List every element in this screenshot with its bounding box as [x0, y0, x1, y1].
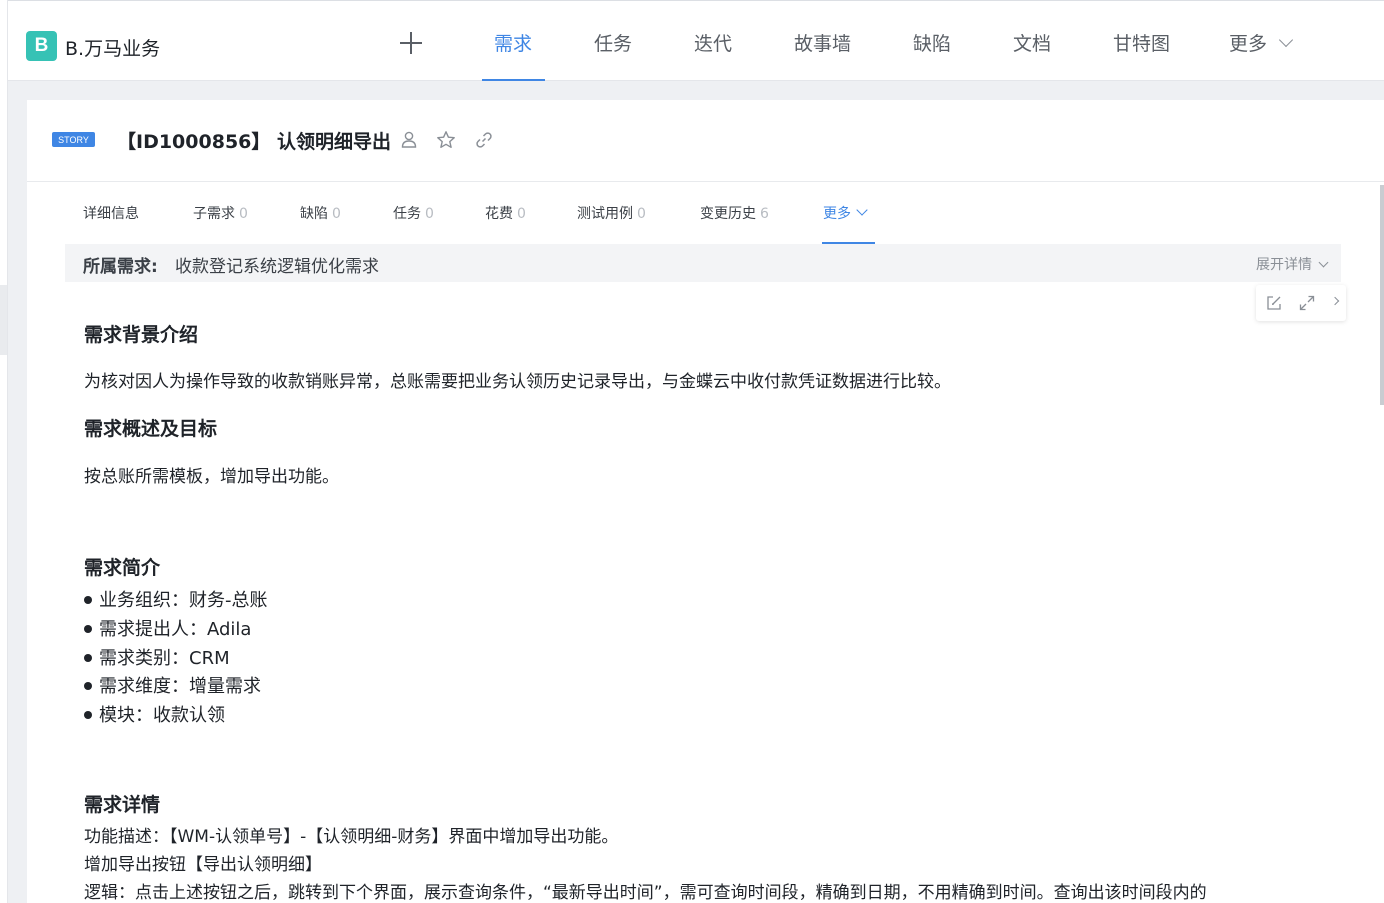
detail-line: 增加导出按钮【导出认领明细】: [84, 855, 322, 875]
nav-tab-story-wall[interactable]: 故事墙: [794, 29, 851, 56]
fullscreen-icon[interactable]: [1298, 294, 1316, 312]
detail-line: 功能描述：【WM-认领单号】-【认领明细-财务】界面中增加导出功能。: [84, 827, 619, 847]
list-item: 模块：收款认领: [84, 701, 225, 727]
nav-tab-iterations[interactable]: 迭代: [694, 29, 732, 56]
subtab-label: 任务: [393, 206, 421, 222]
add-icon[interactable]: [399, 31, 423, 55]
expand-details-label: 展开详情: [1256, 257, 1312, 273]
list-item: 需求类别：CRM: [84, 644, 230, 670]
left-edge-panel: [0, 0, 8, 903]
subtab-label: 变更历史: [700, 206, 756, 222]
bullet-dot: [84, 711, 92, 719]
detail-heading: 需求详情: [84, 794, 161, 816]
chevron-right-icon[interactable]: [1330, 296, 1340, 306]
background-text: 为核对因人为操作导致的收款销账异常，总账需要把业务认领历史记录导出，与金蝶云中收…: [84, 372, 951, 392]
subtab-change-history[interactable]: 变更历史 6: [700, 203, 769, 223]
chevron-down-icon: [1278, 32, 1294, 48]
subtab-count: 0: [425, 206, 434, 222]
subtab-more[interactable]: 更多: [823, 203, 868, 223]
list-item: 需求提出人：Adila: [84, 615, 251, 641]
story-title: 【ID1000856】 认领明细导出: [117, 131, 391, 153]
list-item: 业务组织：财务-总账: [84, 586, 268, 612]
subtab-costs[interactable]: 花费 0: [485, 203, 526, 223]
subtab-label: 更多: [823, 206, 851, 222]
subtab-defects[interactable]: 缺陷 0: [300, 203, 341, 223]
parent-requirement-bar: 所属需求: 收款登记系统逻辑优化需求 展开详情: [65, 244, 1341, 282]
list-item-text: 需求维度：增量需求: [99, 676, 261, 697]
overview-heading: 需求概述及目标: [84, 418, 218, 440]
parent-requirement-link[interactable]: 收款登记系统逻辑优化需求: [175, 252, 379, 277]
nav-active-indicator: [482, 79, 545, 81]
parent-requirement-label: 所属需求:: [83, 257, 158, 277]
nav-tab-requirements[interactable]: 需求: [494, 29, 532, 56]
nav-tab-more[interactable]: 更多: [1229, 29, 1294, 56]
background-heading: 需求背景介绍: [84, 324, 199, 346]
story-header: STORY 【ID1000856】 认领明细导出: [27, 100, 1384, 182]
top-navigation-bar: B B.万马业务 需求 任务 迭代 故事墙 缺陷 文档 甘特图 更多: [8, 0, 1384, 81]
nav-tab-docs[interactable]: 文档: [1013, 29, 1051, 56]
star-icon[interactable]: [436, 130, 456, 150]
subtab-label: 详细信息: [83, 206, 139, 222]
bullet-dot: [84, 596, 92, 604]
subtab-test-cases[interactable]: 测试用例 0: [577, 203, 646, 223]
overview-text: 按总账所需模板，增加导出功能。: [84, 467, 339, 487]
scrollbar[interactable]: [1380, 185, 1384, 405]
editor-floating-toolbar: [1256, 285, 1346, 321]
project-name[interactable]: B.万马业务: [65, 34, 160, 61]
bullet-dot: [84, 654, 92, 662]
lock-icon[interactable]: [399, 130, 419, 150]
subtab-label: 测试用例: [577, 206, 633, 222]
subtab-label: 子需求: [193, 206, 235, 222]
subtab-count: 6: [760, 206, 769, 222]
subtab-count: 0: [239, 206, 248, 222]
project-logo[interactable]: B: [26, 31, 57, 61]
list-item: 需求维度：增量需求: [84, 672, 261, 698]
chevron-down-icon: [1318, 257, 1329, 268]
story-detail-card: STORY 【ID1000856】 认领明细导出 详细信息 子需求 0 缺陷 0 任…: [27, 100, 1384, 903]
expand-details-button[interactable]: 展开详情: [1256, 254, 1329, 274]
subtab-label: 缺陷: [300, 206, 328, 222]
chevron-down-icon: [856, 204, 868, 216]
list-item-text: 业务组织：财务-总账: [99, 590, 268, 611]
link-icon[interactable]: [474, 130, 494, 150]
subtab-count: 0: [637, 206, 646, 222]
story-type-badge: STORY: [52, 132, 95, 147]
list-item-text: 需求类别：CRM: [99, 648, 230, 669]
subtab-details[interactable]: 详细信息: [83, 203, 139, 223]
list-item-text: 模块：收款认领: [99, 705, 225, 726]
bullet-dot: [84, 625, 92, 633]
bullet-dot: [84, 682, 92, 690]
nav-tab-tasks[interactable]: 任务: [594, 29, 632, 56]
detail-line: 逻辑：点击上述按钮之后，跳转到下个界面，展示查询条件，“最新导出时间”，需可查询…: [84, 883, 1207, 903]
nav-tab-defects[interactable]: 缺陷: [913, 29, 951, 56]
nav-more-label: 更多: [1229, 33, 1268, 55]
subtab-tasks[interactable]: 任务 0: [393, 203, 434, 223]
left-edge-handle[interactable]: [0, 285, 7, 355]
list-item-text: 需求提出人：Adila: [99, 619, 252, 640]
subtab-count: 0: [517, 206, 526, 222]
subtab-count: 0: [332, 206, 341, 222]
subtab-sub-requirements[interactable]: 子需求 0: [193, 203, 248, 223]
edit-icon[interactable]: [1265, 294, 1283, 312]
subtab-label: 花费: [485, 206, 513, 222]
brief-heading: 需求简介: [84, 557, 161, 579]
nav-tab-gantt[interactable]: 甘特图: [1113, 29, 1170, 56]
